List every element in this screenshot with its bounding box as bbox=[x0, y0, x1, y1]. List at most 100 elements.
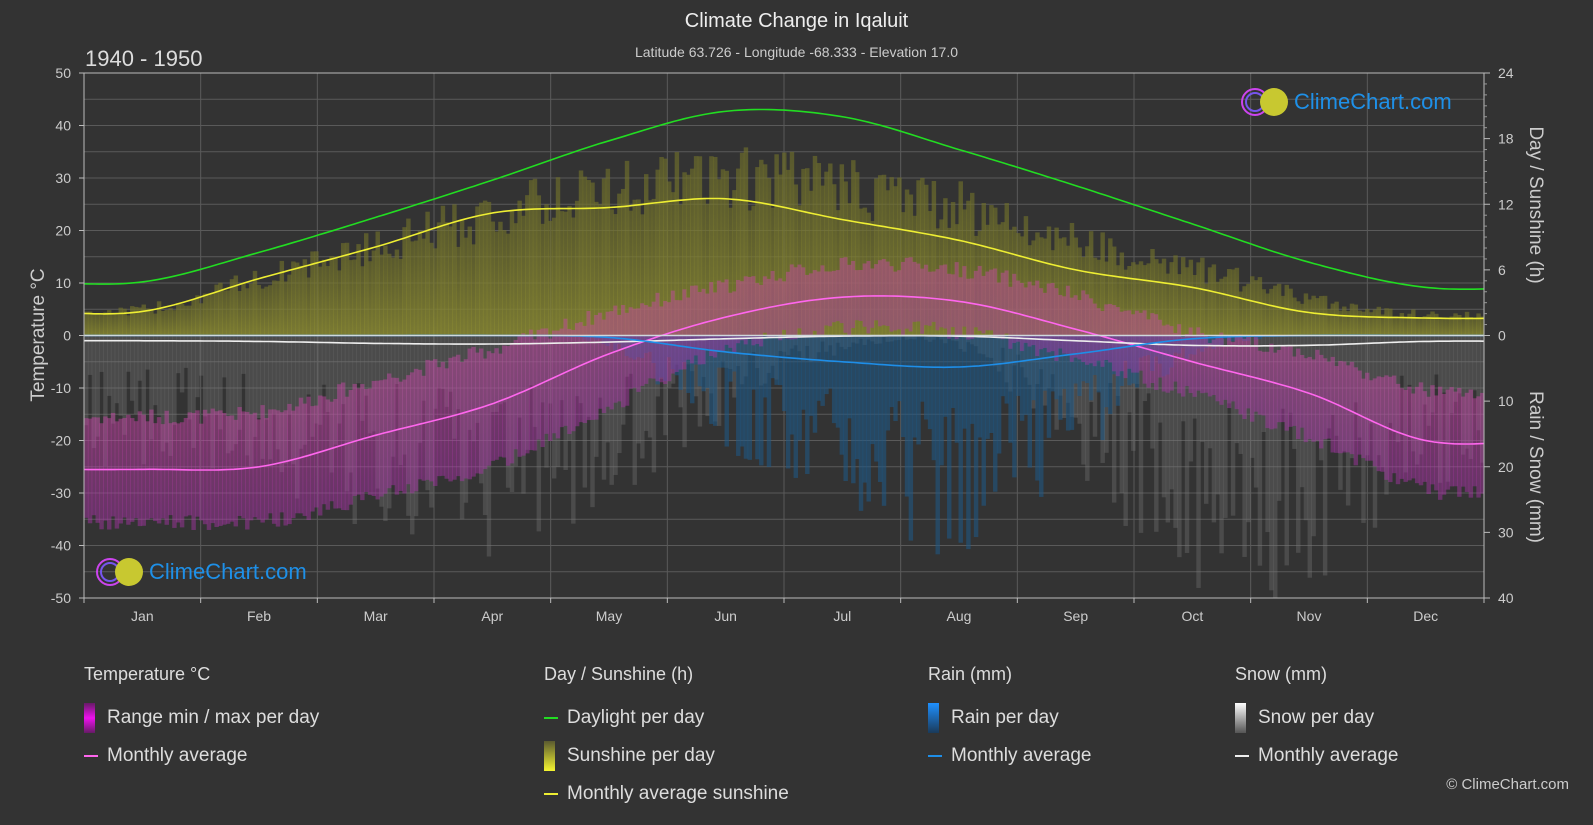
sunshine-bar bbox=[1265, 293, 1270, 336]
legend-item: Snow per day bbox=[1235, 699, 1398, 737]
temp-range-bar bbox=[697, 291, 703, 365]
right-top-tick-label: 0 bbox=[1498, 328, 1506, 344]
sunshine-bar bbox=[302, 259, 308, 336]
temp-range-bar bbox=[452, 356, 457, 480]
rain-bar bbox=[916, 335, 921, 445]
sunshine-bar bbox=[153, 313, 158, 336]
copyright[interactable]: © ClimeChart.com bbox=[1446, 776, 1569, 793]
sunshine-bar bbox=[225, 290, 231, 336]
temp-range-bar bbox=[893, 271, 898, 331]
sunshine-bar bbox=[1395, 316, 1401, 336]
snow-bar bbox=[202, 335, 208, 417]
temp-range-bar bbox=[820, 265, 825, 335]
left-tick-label: -40 bbox=[51, 538, 71, 554]
temp-range-bar bbox=[628, 307, 634, 389]
temp-range-bar bbox=[1027, 281, 1032, 347]
temp-range-bar bbox=[402, 379, 407, 494]
temp-range-bar bbox=[1257, 350, 1263, 415]
sunshine-bar bbox=[1472, 317, 1477, 336]
temp-range-bar bbox=[195, 410, 200, 517]
temp-range-bar bbox=[1100, 311, 1105, 367]
sunshine-bar bbox=[1434, 313, 1439, 336]
sunshine-bar bbox=[1288, 288, 1293, 336]
sunshine-bar bbox=[452, 204, 457, 336]
sunshine-bar bbox=[402, 227, 407, 336]
rain-bar bbox=[812, 335, 818, 433]
snow-bar bbox=[172, 335, 177, 425]
right-axis-bottom-label: Rain / Snow (mm) bbox=[1525, 391, 1546, 543]
rain-bar bbox=[874, 335, 879, 462]
sunshine-bar bbox=[1422, 316, 1428, 336]
temp-range-bar bbox=[567, 328, 572, 434]
rain-bar bbox=[877, 335, 883, 482]
temp-range-bar bbox=[1457, 387, 1462, 497]
temp-range-bar bbox=[183, 417, 189, 517]
sunshine-bar bbox=[1345, 311, 1351, 336]
temp-range-bar bbox=[463, 359, 469, 479]
sunshine-bar bbox=[467, 226, 472, 336]
sunshine-bar bbox=[222, 290, 227, 336]
temp-range-bar bbox=[1138, 312, 1144, 371]
temp-range-bar bbox=[107, 418, 112, 530]
temp-range-bar bbox=[617, 314, 622, 402]
rain-bar bbox=[920, 335, 925, 402]
sunshine-bar bbox=[1430, 311, 1435, 336]
temp-range-bar bbox=[1196, 327, 1201, 391]
temp-range-bar bbox=[1242, 338, 1247, 420]
sunshine-bar bbox=[202, 293, 208, 336]
sunshine-bar bbox=[494, 231, 499, 336]
legend-title: Rain (mm) bbox=[928, 664, 1012, 684]
sunshine-bar bbox=[283, 281, 288, 336]
rain-bar bbox=[824, 335, 829, 395]
range-swatch-icon bbox=[84, 703, 95, 733]
rain-bar bbox=[885, 335, 891, 431]
sunshine-bar bbox=[456, 246, 461, 336]
legend-title: Day / Sunshine (h) bbox=[544, 664, 694, 684]
temp-range-bar bbox=[103, 416, 108, 521]
sunshine-bar bbox=[149, 309, 154, 336]
rain-bar bbox=[793, 335, 799, 478]
sunshine-bar bbox=[398, 258, 403, 336]
brand-logo-bottom[interactable]: ClimeChart.com bbox=[95, 556, 307, 588]
sunshine-bar bbox=[1361, 311, 1366, 336]
temp-range-bar bbox=[1430, 385, 1435, 485]
rain-bar bbox=[862, 335, 868, 483]
snow-bar bbox=[110, 335, 116, 424]
sunshine-bar bbox=[1204, 283, 1209, 336]
sunshine-bar bbox=[291, 261, 296, 336]
temp-range-bar bbox=[329, 401, 334, 502]
sunshine-bar bbox=[1292, 297, 1297, 336]
temp-range-bar bbox=[854, 270, 860, 321]
temp-range-bar bbox=[482, 358, 488, 470]
temp-range-bar bbox=[797, 264, 802, 329]
temp-range-bar bbox=[1157, 319, 1163, 378]
sunshine-bar bbox=[1353, 304, 1359, 336]
left-tick-label: 20 bbox=[55, 223, 71, 239]
sunshine-bar bbox=[248, 283, 254, 336]
rain-bar bbox=[996, 335, 1002, 454]
rain-bar bbox=[947, 335, 952, 539]
temp-range-bar bbox=[1414, 386, 1420, 484]
temp-range-bar bbox=[701, 288, 706, 365]
sunshine-bar bbox=[1476, 313, 1481, 336]
temp-range-bar bbox=[1353, 367, 1359, 466]
temp-range-bar bbox=[1088, 298, 1094, 364]
sunshine-bar bbox=[264, 286, 269, 336]
month-label: Aug bbox=[947, 608, 972, 624]
rain-bar bbox=[782, 335, 787, 412]
temp-range-bar bbox=[298, 397, 304, 514]
temp-range-bar bbox=[302, 403, 308, 516]
temp-range-bar bbox=[471, 346, 476, 477]
rain-bar bbox=[858, 335, 864, 511]
sunshine-bar bbox=[513, 223, 519, 336]
temp-range-bar bbox=[831, 270, 837, 323]
temp-range-bar bbox=[425, 359, 430, 480]
sunshine-bar bbox=[245, 288, 250, 336]
left-tick-label: 30 bbox=[55, 170, 71, 186]
brand-logo-top[interactable]: ClimeChart.com bbox=[1240, 86, 1452, 118]
sunshine-bar bbox=[601, 178, 607, 336]
temp-range-bar bbox=[356, 388, 361, 495]
temp-range-bar bbox=[924, 264, 929, 326]
month-label: Jan bbox=[131, 608, 154, 624]
rain-bar bbox=[851, 335, 856, 484]
